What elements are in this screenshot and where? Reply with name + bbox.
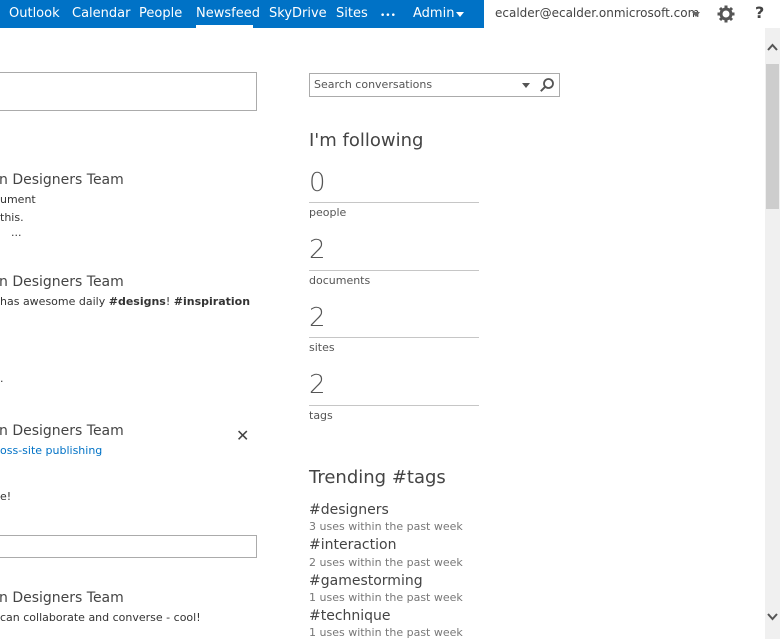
divider (309, 405, 479, 406)
trending-tag-uses: 1 uses within the past week (309, 591, 463, 604)
nav-sites[interactable]: Sites (336, 6, 368, 22)
search-input[interactable] (314, 77, 514, 91)
following-documents-count[interactable]: 2 (309, 235, 326, 265)
nav-newsfeed[interactable]: Newsfeed (196, 6, 260, 22)
post-text: has awesome daily #designs! #inspiration (0, 295, 251, 308)
nav-outlook[interactable]: Outlook (9, 6, 60, 22)
following-documents-label[interactable]: documents (309, 274, 370, 287)
gear-icon[interactable] (716, 4, 736, 24)
post-author[interactable]: n Designers Team (0, 274, 124, 290)
trending-tag-link[interactable]: #interaction (309, 537, 396, 553)
following-people-label[interactable]: people (309, 206, 346, 219)
user-bar: ecalder@ecalder.onmicrosoft.com ? (484, 0, 780, 28)
trending-tag-link[interactable]: #gamestorming (309, 573, 423, 589)
scroll-thumb[interactable] (766, 64, 779, 209)
post-author[interactable]: n Designers Team (0, 423, 124, 439)
post-more[interactable]: ... (11, 226, 22, 239)
nav-skydrive[interactable]: SkyDrive (269, 6, 327, 22)
divider (309, 270, 479, 271)
nav-people[interactable]: People (139, 6, 182, 22)
scroll-down-icon[interactable] (766, 608, 779, 624)
post-text: ument (0, 193, 36, 206)
following-title: I'm following (309, 130, 424, 151)
trending-tag-uses: 1 uses within the past week (309, 626, 463, 639)
divider (309, 337, 479, 338)
search-box (309, 73, 560, 97)
post-author[interactable]: n Designers Team (0, 172, 124, 188)
post-text: e! (0, 490, 12, 503)
post-input[interactable] (0, 72, 257, 111)
following-people-count[interactable]: 0 (309, 168, 326, 198)
help-icon[interactable]: ? (755, 3, 764, 22)
following-tags-label[interactable]: tags (309, 409, 333, 422)
nav-more-button[interactable]: ••• (380, 8, 396, 24)
nav-calendar[interactable]: Calendar (72, 6, 130, 22)
trending-tag-uses: 2 uses within the past week (309, 556, 463, 569)
nav-admin[interactable]: Admin (413, 6, 454, 22)
trending-tag-uses: 3 uses within the past week (309, 520, 463, 533)
post-fragment: . (0, 372, 4, 385)
following-sites-label[interactable]: sites (309, 341, 335, 354)
vertical-scrollbar[interactable] (765, 28, 780, 639)
divider (309, 202, 479, 203)
post-text: this. (0, 211, 24, 224)
post-author[interactable]: n Designers Team (0, 590, 124, 606)
reply-input[interactable] (0, 535, 257, 558)
close-icon[interactable]: ✕ (236, 426, 249, 445)
trending-title: Trending #tags (309, 467, 446, 488)
following-sites-count[interactable]: 2 (309, 303, 326, 333)
admin-caret-icon[interactable] (456, 12, 464, 17)
scroll-up-icon[interactable] (766, 40, 779, 56)
user-caret-icon[interactable] (692, 12, 700, 17)
hashtag-link[interactable]: #designs (109, 295, 166, 308)
active-tab-indicator (196, 25, 253, 28)
search-scope-dropdown-icon[interactable] (522, 83, 530, 88)
trending-tag-link[interactable]: #technique (309, 608, 391, 624)
hashtag-link[interactable]: #inspiration (174, 295, 250, 308)
search-icon[interactable] (539, 77, 555, 93)
post-link[interactable]: oss-site publishing (0, 444, 102, 457)
trending-tag-link[interactable]: #designers (309, 502, 389, 518)
following-tags-count[interactable]: 2 (309, 370, 326, 400)
post-text: can collaborate and converse - cool! (0, 611, 201, 624)
user-menu[interactable]: ecalder@ecalder.onmicrosoft.com (495, 6, 699, 20)
